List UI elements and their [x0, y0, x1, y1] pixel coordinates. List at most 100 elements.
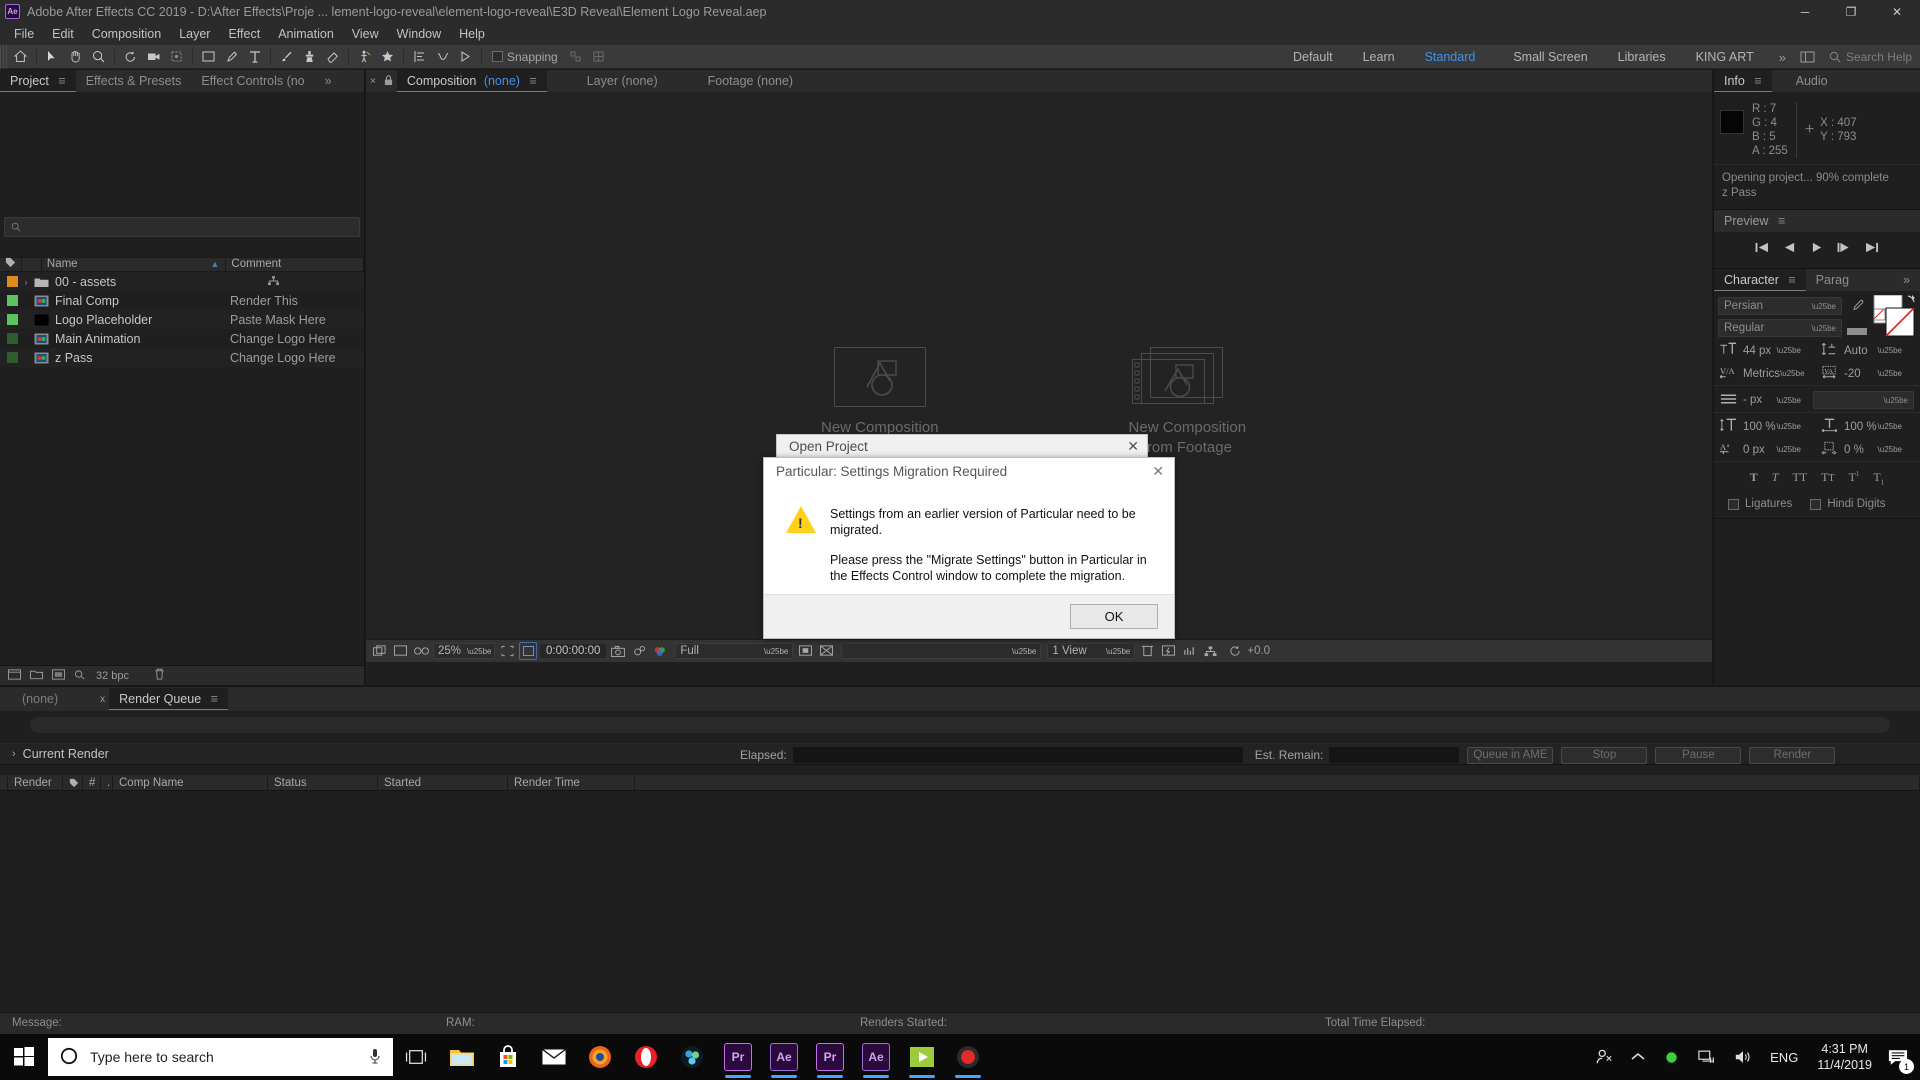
column-dot[interactable]: . [101, 775, 113, 790]
taskbar-app-firefox[interactable] [577, 1034, 623, 1080]
minimize-button[interactable]: ─ [1782, 0, 1828, 23]
small-caps-icon[interactable]: TT [1821, 470, 1834, 486]
align-left-icon[interactable] [408, 45, 431, 69]
network-icon[interactable] [1689, 1034, 1725, 1080]
menu-edit[interactable]: Edit [43, 25, 83, 43]
always-preview-icon[interactable] [370, 642, 388, 660]
zoom-level-dropdown[interactable]: 25% \u25be [433, 643, 495, 659]
current-timecode[interactable]: 0:00:00:00 [540, 644, 607, 658]
taskbar-app-mail[interactable] [531, 1034, 577, 1080]
close-icon[interactable]: ✕ [1127, 438, 1139, 455]
label-color-swatch[interactable] [7, 276, 18, 287]
show-snapshot-icon[interactable] [630, 642, 648, 660]
taskbar-app-screen-recorder[interactable] [945, 1034, 991, 1080]
comp-flowchart-icon[interactable] [1201, 642, 1219, 660]
snap-grid-icon[interactable] [587, 45, 610, 69]
resolution-dropdown[interactable]: Full \u25be [675, 643, 794, 659]
delete-icon[interactable] [154, 668, 165, 683]
home-icon[interactable] [9, 45, 32, 69]
bold-icon[interactable]: T [1750, 470, 1758, 486]
close-tab-icon[interactable]: × [366, 76, 380, 87]
workspace-default[interactable]: Default [1278, 45, 1348, 69]
take-snapshot-icon[interactable] [609, 642, 627, 660]
notification-icon[interactable]: 1 [1882, 1034, 1920, 1080]
column-render[interactable]: Render [8, 775, 63, 790]
table-row[interactable]: Main Animation Change Logo Here [0, 329, 364, 348]
align-center-icon[interactable] [431, 45, 454, 69]
menu-file[interactable]: File [5, 25, 43, 43]
font-family-dropdown[interactable]: Persian \u25be [1718, 297, 1842, 315]
render-queue-menu-icon[interactable]: ≡ [211, 692, 218, 706]
toolbar-grip[interactable] [0, 44, 9, 69]
volume-icon[interactable] [1725, 1034, 1761, 1080]
tab-composition[interactable]: Composition (none) ≡ [396, 70, 547, 92]
green-shield-icon[interactable] [1654, 1034, 1689, 1080]
preview-panel-menu-icon[interactable]: ≡ [1778, 214, 1785, 228]
lock-icon[interactable] [380, 74, 397, 89]
tracking-field[interactable]: -20 \u25be [1844, 368, 1902, 380]
first-frame-icon[interactable] [1755, 242, 1769, 256]
reset-exposure-icon[interactable] [1226, 642, 1244, 660]
queue-in-ame-button[interactable]: Queue in AME [1467, 746, 1554, 764]
taskbar-app-premiere-pro[interactable]: Pr [715, 1034, 761, 1080]
ligatures-checkbox[interactable] [1728, 498, 1739, 510]
ligatures-option[interactable]: Ligatures [1728, 498, 1792, 510]
maximize-button[interactable]: ❐ [1828, 0, 1874, 23]
view-count-dropdown[interactable]: 1 View \u25be [1047, 643, 1136, 659]
align-right-icon[interactable] [454, 45, 477, 69]
selection-tool-icon[interactable] [41, 45, 64, 69]
search-footage-icon[interactable] [74, 669, 87, 683]
exposure-value[interactable]: +0.0 [1247, 645, 1270, 657]
zoom-tool-icon[interactable] [87, 45, 110, 69]
windows-start-icon[interactable] [0, 1034, 48, 1080]
tab-footage[interactable]: Footage (none) [698, 70, 803, 92]
column-comp-name[interactable]: Comp Name [113, 775, 268, 790]
project-tabs-more-icon[interactable]: » [315, 70, 342, 92]
workspace-libraries[interactable]: Libraries [1603, 45, 1681, 69]
taskbar-app-file-explorer[interactable] [439, 1034, 485, 1080]
menu-view[interactable]: View [343, 25, 388, 43]
table-row[interactable]: z Pass Change Logo Here [0, 348, 364, 367]
menu-help[interactable]: Help [450, 25, 494, 43]
close-button[interactable]: ✕ [1874, 0, 1920, 23]
hindi-digits-checkbox[interactable] [1810, 498, 1822, 510]
workspace-standard[interactable]: Standard [1410, 45, 1491, 69]
kerning-field[interactable]: Metrics \u25be [1743, 368, 1805, 380]
task-view-icon[interactable] [393, 1034, 439, 1080]
tab-character[interactable]: Character ≡ [1714, 269, 1806, 291]
stroke-width-field[interactable]: - px \u25be [1743, 394, 1801, 406]
camera-tool-icon[interactable] [142, 45, 165, 69]
snap-options-icon[interactable] [564, 45, 587, 69]
rotation-tool-icon[interactable] [119, 45, 142, 69]
horizontal-scale-field[interactable]: 100 % \u25be [1844, 421, 1902, 433]
brush-tool-icon[interactable] [275, 45, 298, 69]
font-style-dropdown[interactable]: Regular \u25be [1718, 319, 1842, 337]
composition-panel-menu-icon[interactable]: ≡ [529, 74, 536, 88]
taskbar-app-microsoft-store[interactable] [485, 1034, 531, 1080]
gray-ramp-swatch[interactable] [1847, 321, 1867, 338]
type-tool-icon[interactable] [243, 45, 266, 69]
label-color-swatch[interactable] [7, 295, 18, 306]
tab-paragraph[interactable]: Parag [1806, 269, 1859, 291]
view-layout-dropdown[interactable]: \u25be [841, 643, 1042, 659]
column-label-color[interactable] [0, 257, 22, 272]
language-indicator[interactable]: ENG [1761, 1034, 1807, 1080]
project-panel-menu-icon[interactable]: ≡ [58, 74, 65, 88]
superscript-icon[interactable]: T1 [1849, 470, 1860, 486]
label-color-swatch[interactable] [7, 352, 18, 363]
leading-field[interactable]: Auto \u25be [1844, 345, 1902, 357]
new-comp-icon[interactable] [8, 668, 21, 683]
tab-effect-controls[interactable]: Effect Controls (no [191, 70, 314, 92]
shape-tool-icon[interactable] [197, 45, 220, 69]
column-status[interactable]: Status [268, 775, 378, 790]
tab-timeline-none[interactable]: (none) [12, 688, 68, 710]
chevron-up-icon[interactable] [1622, 1034, 1654, 1080]
tab-layer[interactable]: Layer (none) [577, 70, 668, 92]
toggle-pixel-aspect-icon[interactable] [817, 642, 835, 660]
hand-tool-icon[interactable] [64, 45, 87, 69]
taskbar-app-media-player[interactable] [899, 1034, 945, 1080]
search-help-box[interactable]: Search Help [1819, 50, 1920, 64]
label-color-swatch[interactable] [7, 314, 18, 325]
workspace-learn[interactable]: Learn [1348, 45, 1410, 69]
character-panel-menu-icon[interactable]: ≡ [1788, 273, 1795, 287]
